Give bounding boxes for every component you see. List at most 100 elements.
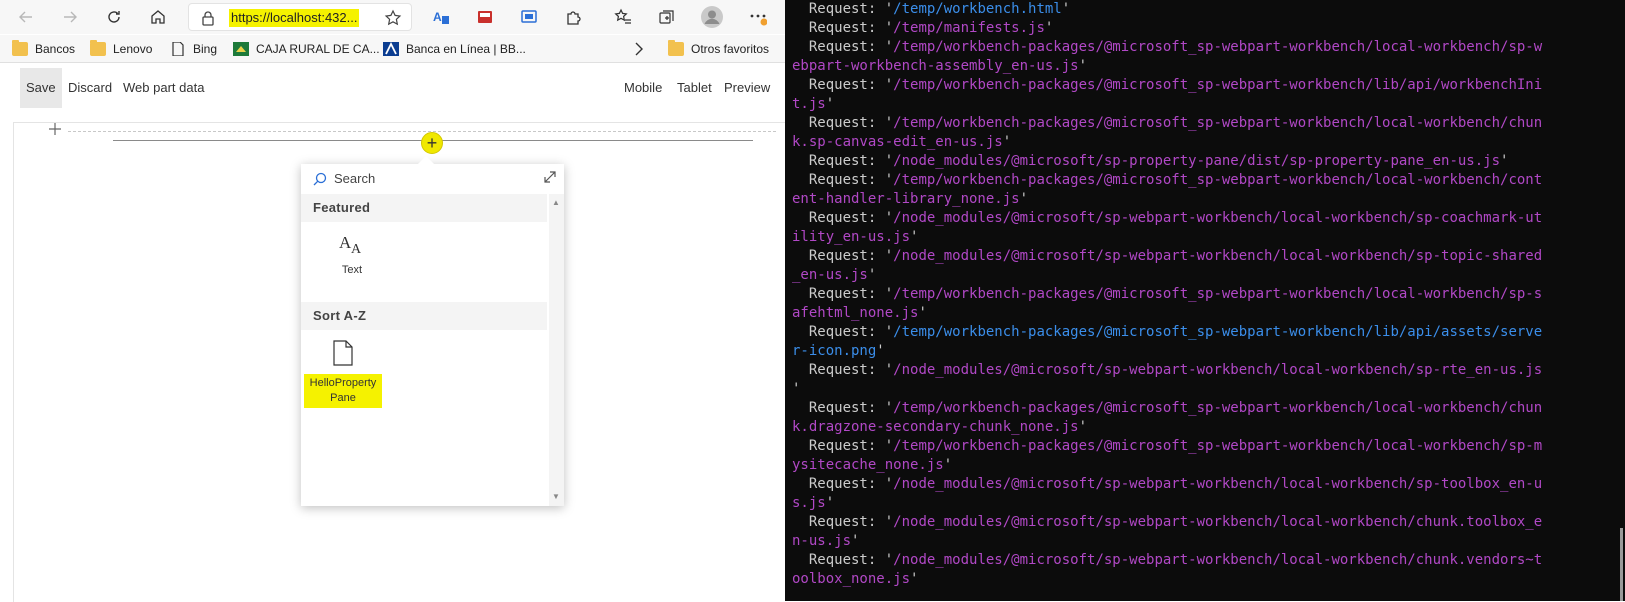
terminal-line: Request: '/temp/workbench-packages/@micr…: [792, 114, 1612, 133]
puzzle-icon: [567, 11, 581, 25]
save-button[interactable]: Save: [20, 68, 62, 108]
url-text[interactable]: https://localhost:432...: [229, 9, 360, 27]
expand-icon[interactable]: [543, 170, 557, 184]
folder-icon: [668, 40, 684, 56]
bookmark-bancos[interactable]: Bancos: [12, 40, 75, 57]
address-bar[interactable]: https://localhost:432...: [188, 3, 412, 31]
bookmark-bbva[interactable]: Banca en Línea | BB...: [383, 41, 526, 57]
home-button[interactable]: [145, 4, 171, 30]
favorites-button[interactable]: [610, 4, 636, 30]
tablet-button[interactable]: Tablet: [671, 68, 718, 108]
request-prefix: Request: ': [792, 400, 894, 416]
request-path: /node_modules/@microsoft/sp-webpart-work…: [893, 476, 1543, 492]
chevron-right-icon: [635, 42, 643, 56]
text-webpart-label: Text: [341, 264, 363, 276]
back-button[interactable]: [13, 4, 39, 30]
request-suffix: ': [1044, 20, 1054, 36]
bookmark-caja-rural[interactable]: CAJA RURAL DE CA...: [233, 41, 380, 57]
sort-az-section: HelloProperty Pane: [301, 330, 547, 506]
request-prefix: Request: ': [792, 20, 894, 36]
discard-button[interactable]: Discard: [62, 68, 118, 108]
settings-more-button[interactable]: [745, 4, 771, 30]
bookmark-bing[interactable]: Bing: [170, 41, 217, 57]
add-webpart-button[interactable]: +: [421, 132, 443, 154]
request-prefix: Request: ': [792, 77, 894, 93]
request-suffix: ': [1500, 153, 1509, 169]
bbva-logo-icon: [383, 42, 399, 56]
terminal-scrollbar[interactable]: [1620, 528, 1623, 601]
web-part-data-button[interactable]: Web part data: [117, 68, 210, 108]
refresh-button[interactable]: [101, 4, 127, 30]
toolbox-scrollbar[interactable]: ▲ ▼: [549, 194, 564, 506]
terminal-line: Request: '/node_modules/@microsoft/sp-we…: [792, 247, 1612, 266]
terminal-window[interactable]: Request: '/temp/workbench.html' Request:…: [785, 0, 1625, 601]
terminal-line: oolbox_none.js': [792, 570, 1612, 589]
preview-button[interactable]: Preview: [718, 68, 776, 108]
bookmarks-overflow-chevron[interactable]: [634, 41, 644, 57]
folder-icon: [90, 40, 106, 56]
request-path: /temp/workbench-packages/@microsoft_sp-w…: [893, 39, 1543, 55]
terminal-output: Request: '/temp/workbench.html' Request:…: [792, 0, 1612, 589]
text-webpart-tile[interactable]: AA Text: [313, 232, 391, 276]
request-path: ebpart-workbench-assembly_en-us.js: [792, 58, 1079, 74]
bank-logo-icon: [233, 42, 249, 56]
request-suffix: ': [910, 571, 919, 587]
request-path: _en-us.js: [792, 267, 868, 283]
browser-window: https://localhost:432... A Bancos Lenovo…: [0, 0, 786, 602]
search-icon: [313, 172, 327, 186]
search-input[interactable]: Search: [334, 171, 375, 186]
toolbox-search[interactable]: Search: [301, 164, 564, 194]
mobile-button[interactable]: Mobile: [618, 68, 668, 108]
terminal-line: ility_en-us.js': [792, 228, 1612, 247]
bookmark-lenovo[interactable]: Lenovo: [90, 40, 152, 57]
request-suffix: ': [851, 533, 860, 549]
request-suffix: ': [1061, 1, 1071, 17]
workbench-command-bar: Save Discard Web part data Mobile Tablet…: [0, 68, 785, 110]
request-path: /node_modules/@microsoft/sp-webpart-work…: [893, 210, 1543, 226]
terminal-line: k.sp-canvas-edit_en-us.js': [792, 133, 1612, 152]
document-icon: [333, 340, 353, 366]
request-prefix: Request: ': [792, 39, 894, 55]
request-prefix: Request: ': [792, 514, 894, 530]
request-path: /temp/workbench-packages/@microsoft_sp-w…: [893, 438, 1543, 454]
request-suffix: ': [1019, 191, 1029, 207]
request-prefix: Request: ': [792, 248, 894, 264]
scroll-down-icon[interactable]: ▼: [552, 492, 560, 501]
forward-button[interactable]: [57, 4, 83, 30]
request-path: /temp/workbench-packages/@microsoft_sp-w…: [893, 400, 1543, 416]
hello-property-pane-tile[interactable]: HelloProperty Pane: [303, 340, 383, 408]
profile-button[interactable]: [699, 4, 725, 30]
request-path: /temp/workbench-packages/@microsoft_sp-w…: [893, 77, 1543, 93]
bookmark-otros-favoritos[interactable]: Otros favoritos: [668, 40, 769, 57]
home-icon: [151, 10, 165, 24]
request-prefix: Request: ': [792, 153, 894, 169]
extensions-button[interactable]: [560, 4, 586, 30]
svg-text:A: A: [351, 242, 362, 256]
favorites-bar: Bancos Lenovo Bing CAJA RURAL DE CA... B…: [0, 35, 785, 63]
request-path: ysitecache_none.js: [792, 457, 944, 473]
terminal-line: Request: '/temp/workbench-packages/@micr…: [792, 323, 1612, 342]
scroll-up-icon[interactable]: ▲: [552, 198, 560, 207]
pdf-extension-button[interactable]: [472, 4, 498, 30]
translate-icon: A: [433, 10, 449, 24]
terminal-line: Request: '/node_modules/@microsoft/sp-we…: [792, 361, 1612, 380]
request-path: ent-handler-library_none.js: [792, 191, 1020, 207]
extension-button[interactable]: [516, 4, 542, 30]
webpart-toolbox: Search Featured AA Text Sort A-Z HelloPr…: [301, 156, 564, 506]
request-path: /temp/workbench-packages/@microsoft_sp-w…: [893, 286, 1543, 302]
request-path: /temp/workbench.html: [893, 1, 1062, 17]
add-section-icon[interactable]: [48, 122, 62, 136]
hello-property-pane-label: HelloProperty Pane: [303, 374, 383, 408]
request-prefix: Request: ': [792, 286, 894, 302]
sort-az-header: Sort A-Z: [313, 308, 367, 323]
terminal-line: afehtml_none.js': [792, 304, 1612, 323]
add-favorite-icon[interactable]: [384, 9, 402, 27]
screen-icon: [521, 10, 537, 23]
collections-button[interactable]: [654, 4, 680, 30]
folder-icon: [12, 40, 28, 56]
request-path: n-us.js: [792, 533, 852, 549]
request-prefix: Request: ': [792, 172, 894, 188]
pdf-icon: [478, 11, 492, 23]
terminal-line: Request: '/node_modules/@microsoft/sp-we…: [792, 551, 1612, 570]
read-aloud-button[interactable]: A: [428, 4, 454, 30]
